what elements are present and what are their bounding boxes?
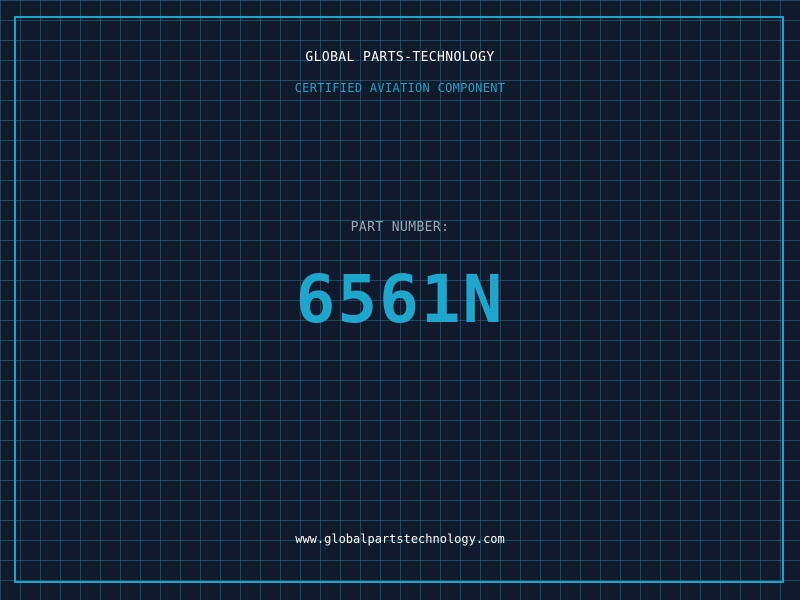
company-name: GLOBAL PARTS-TECHNOLOGY [305, 50, 495, 65]
part-number-value: 6561N [295, 261, 505, 338]
certification-tagline: CERTIFIED AVIATION COMPONENT [294, 81, 506, 95]
part-number-label: PART NUMBER: [350, 220, 450, 235]
part-label-card: GLOBAL PARTS-TECHNOLOGY CERTIFIED AVIATI… [0, 0, 800, 600]
website-url: www.globalpartstechnology.com [295, 532, 505, 546]
